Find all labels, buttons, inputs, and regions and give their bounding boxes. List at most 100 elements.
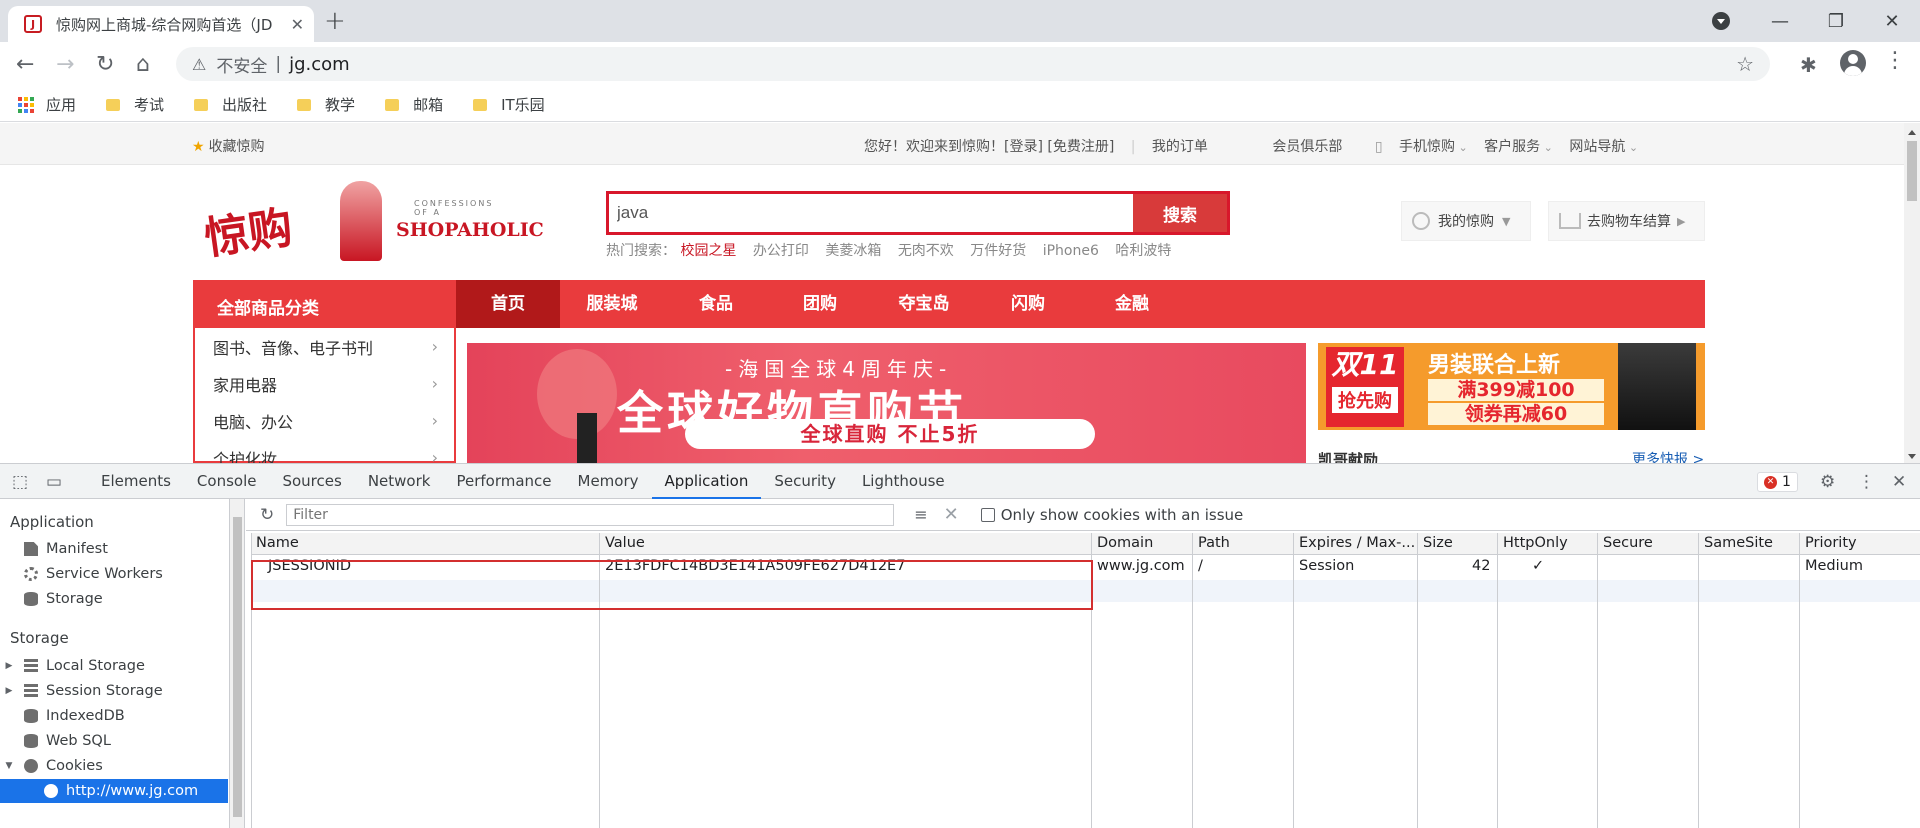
- close-devtools-icon[interactable]: ✕: [1892, 472, 1906, 492]
- clear-all-cookies-icon[interactable]: ✕: [944, 504, 959, 525]
- collapse-arrow-icon[interactable]: ▼: [0, 761, 18, 771]
- home-icon[interactable]: ⌂: [136, 52, 150, 77]
- sidebar-item-cookie-origin[interactable]: http://www.jg.com: [0, 779, 228, 803]
- url-text[interactable]: jg.com: [289, 54, 350, 75]
- side-ad-banner[interactable]: 双11 抢先购 男装联合上新 满399减100 领券再减60: [1318, 343, 1705, 430]
- scroll-thumb[interactable]: [1907, 141, 1917, 201]
- error-count-badge[interactable]: ✕ 1: [1757, 472, 1798, 492]
- mobile-link[interactable]: 手机惊购: [1399, 139, 1468, 155]
- sidebar-scrollbar[interactable]: [230, 499, 245, 828]
- my-account-button[interactable]: 我的惊购 ▼: [1401, 201, 1531, 241]
- welcome-login-link[interactable]: 您好！欢迎来到惊购！[登录] [免费注册]: [864, 139, 1114, 155]
- hot-word[interactable]: 哈利波特: [1115, 243, 1171, 259]
- new-tab-button[interactable]: +: [324, 6, 346, 36]
- bookmark-folder[interactable]: 邮箱: [385, 94, 443, 115]
- bookmark-star-icon[interactable]: ☆: [1736, 52, 1754, 76]
- sidebar-item-cookies[interactable]: ▼ Cookies: [0, 754, 228, 778]
- hot-word[interactable]: 万件好货: [970, 243, 1026, 259]
- sidebar-item-local-storage[interactable]: ▶ Local Storage: [0, 654, 228, 678]
- category-item[interactable]: 图书、音像、电子书刊 ›: [195, 328, 454, 365]
- cookie-size[interactable]: 42: [1472, 558, 1490, 574]
- tab-lighthouse[interactable]: Lighthouse: [849, 464, 958, 499]
- bookmark-apps[interactable]: 应用: [18, 94, 76, 115]
- header-value[interactable]: Value: [605, 535, 645, 551]
- tab-close-icon[interactable]: ✕: [291, 15, 304, 34]
- tab-network[interactable]: Network: [355, 464, 444, 499]
- hot-word[interactable]: iPhone6: [1043, 243, 1099, 259]
- close-window-button[interactable]: ✕: [1864, 11, 1920, 32]
- bookmark-folder[interactable]: 教学: [297, 94, 355, 115]
- category-item[interactable]: 家用电器 ›: [195, 365, 454, 402]
- header-secure[interactable]: Secure: [1603, 535, 1653, 551]
- tab-console[interactable]: Console: [184, 464, 270, 499]
- cart-button[interactable]: 去购物车结算 ▶: [1548, 201, 1705, 241]
- search-input[interactable]: [609, 194, 1133, 232]
- sidebar-item-session-storage[interactable]: ▶ Session Storage: [0, 679, 228, 703]
- hot-word[interactable]: 美菱冰箱: [825, 243, 881, 259]
- browser-menu-icon[interactable]: ⋮: [1884, 48, 1906, 73]
- favorite-link[interactable]: ★ 收藏惊购: [192, 136, 265, 156]
- extensions-puzzle-icon[interactable]: ✱: [1800, 53, 1817, 77]
- inspect-element-icon[interactable]: ⬚: [12, 472, 28, 492]
- all-categories-button[interactable]: 全部商品分类: [193, 280, 456, 328]
- device-toolbar-icon[interactable]: ▭: [46, 472, 62, 492]
- tab-search-icon[interactable]: [1712, 12, 1730, 30]
- site-nav-link[interactable]: 网站导航: [1569, 139, 1638, 155]
- settings-gear-icon[interactable]: ⚙: [1820, 472, 1835, 492]
- cookie-path[interactable]: /: [1198, 558, 1203, 574]
- tab-sources[interactable]: Sources: [269, 464, 354, 499]
- scroll-down-icon[interactable]: [1908, 454, 1916, 463]
- tab-security[interactable]: Security: [761, 464, 849, 499]
- forward-arrow-icon[interactable]: →: [56, 52, 74, 77]
- not-secure-warning-icon[interactable]: ⚠: [192, 55, 206, 74]
- reload-icon[interactable]: ↻: [96, 52, 114, 77]
- cookie-httponly[interactable]: ✓: [1532, 558, 1544, 574]
- back-arrow-icon[interactable]: ←: [16, 52, 34, 77]
- refresh-icon[interactable]: ↻: [260, 505, 274, 525]
- search-button[interactable]: 搜索: [1133, 194, 1227, 232]
- nav-groupbuy[interactable]: 团购: [768, 280, 872, 328]
- header-httponly[interactable]: HttpOnly: [1503, 535, 1568, 551]
- cookie-priority[interactable]: Medium: [1805, 558, 1863, 574]
- hot-word[interactable]: 办公打印: [753, 243, 809, 259]
- header-size[interactable]: Size: [1423, 535, 1453, 551]
- promo-banner[interactable]: -海国全球4周年庆- 全球好物直购节 全球直购 不止5折: [467, 343, 1306, 463]
- header-domain[interactable]: Domain: [1097, 535, 1153, 551]
- cookie-value[interactable]: 2E13FDFC14BD3E141A509FE627D412E7: [605, 558, 905, 574]
- category-item[interactable]: 个护化妆 ›: [195, 439, 454, 463]
- sidebar-item-indexeddb[interactable]: IndexedDB: [0, 704, 228, 728]
- nav-food[interactable]: 食品: [664, 280, 768, 328]
- cookie-expires[interactable]: Session: [1299, 558, 1354, 574]
- maximize-button[interactable]: ❐: [1808, 11, 1864, 32]
- header-name[interactable]: Name: [256, 535, 299, 551]
- news-more-link[interactable]: 更多快报 >: [1632, 449, 1704, 463]
- bookmark-folder[interactable]: 考试: [106, 94, 164, 115]
- scroll-thumb[interactable]: [233, 517, 242, 817]
- tab-memory[interactable]: Memory: [565, 464, 652, 499]
- sidebar-item-web-sql[interactable]: Web SQL: [0, 729, 228, 753]
- sidebar-item-manifest[interactable]: Manifest: [0, 537, 228, 561]
- bookmark-folder[interactable]: 出版社: [194, 94, 267, 115]
- browser-tab[interactable]: J 惊购网上商城-综合网购首选（JD ✕: [8, 6, 314, 42]
- nav-clothing[interactable]: 服装城: [560, 280, 664, 328]
- clear-filtered-cookies-icon[interactable]: ≡: [914, 505, 927, 524]
- nav-treasure[interactable]: 夺宝岛: [872, 280, 976, 328]
- issue-filter-checkbox[interactable]: [980, 507, 995, 522]
- tab-application[interactable]: Application: [651, 464, 762, 499]
- expand-arrow-icon[interactable]: ▶: [0, 661, 18, 671]
- header-priority[interactable]: Priority: [1805, 535, 1857, 551]
- site-logo[interactable]: 惊购 CONFESSIONS OF A SHOPAHOLIC: [200, 181, 544, 267]
- nav-finance[interactable]: 金融: [1080, 280, 1184, 328]
- header-expires[interactable]: Expires / Max-...: [1299, 535, 1415, 551]
- header-samesite[interactable]: SameSite: [1704, 535, 1773, 551]
- tab-performance[interactable]: Performance: [443, 464, 564, 499]
- nav-home[interactable]: 首页: [456, 280, 560, 328]
- tab-elements[interactable]: Elements: [88, 464, 184, 499]
- member-club-link[interactable]: 会员俱乐部: [1272, 139, 1342, 155]
- expand-arrow-icon[interactable]: ▶: [0, 686, 18, 696]
- profile-avatar-icon[interactable]: [1840, 50, 1866, 76]
- devtools-menu-icon[interactable]: ⋮: [1858, 472, 1875, 492]
- nav-flash[interactable]: 闪购: [976, 280, 1080, 328]
- category-item[interactable]: 电脑、办公 ›: [195, 402, 454, 439]
- address-bar[interactable]: ⚠ 不安全 | jg.com ☆: [176, 47, 1770, 81]
